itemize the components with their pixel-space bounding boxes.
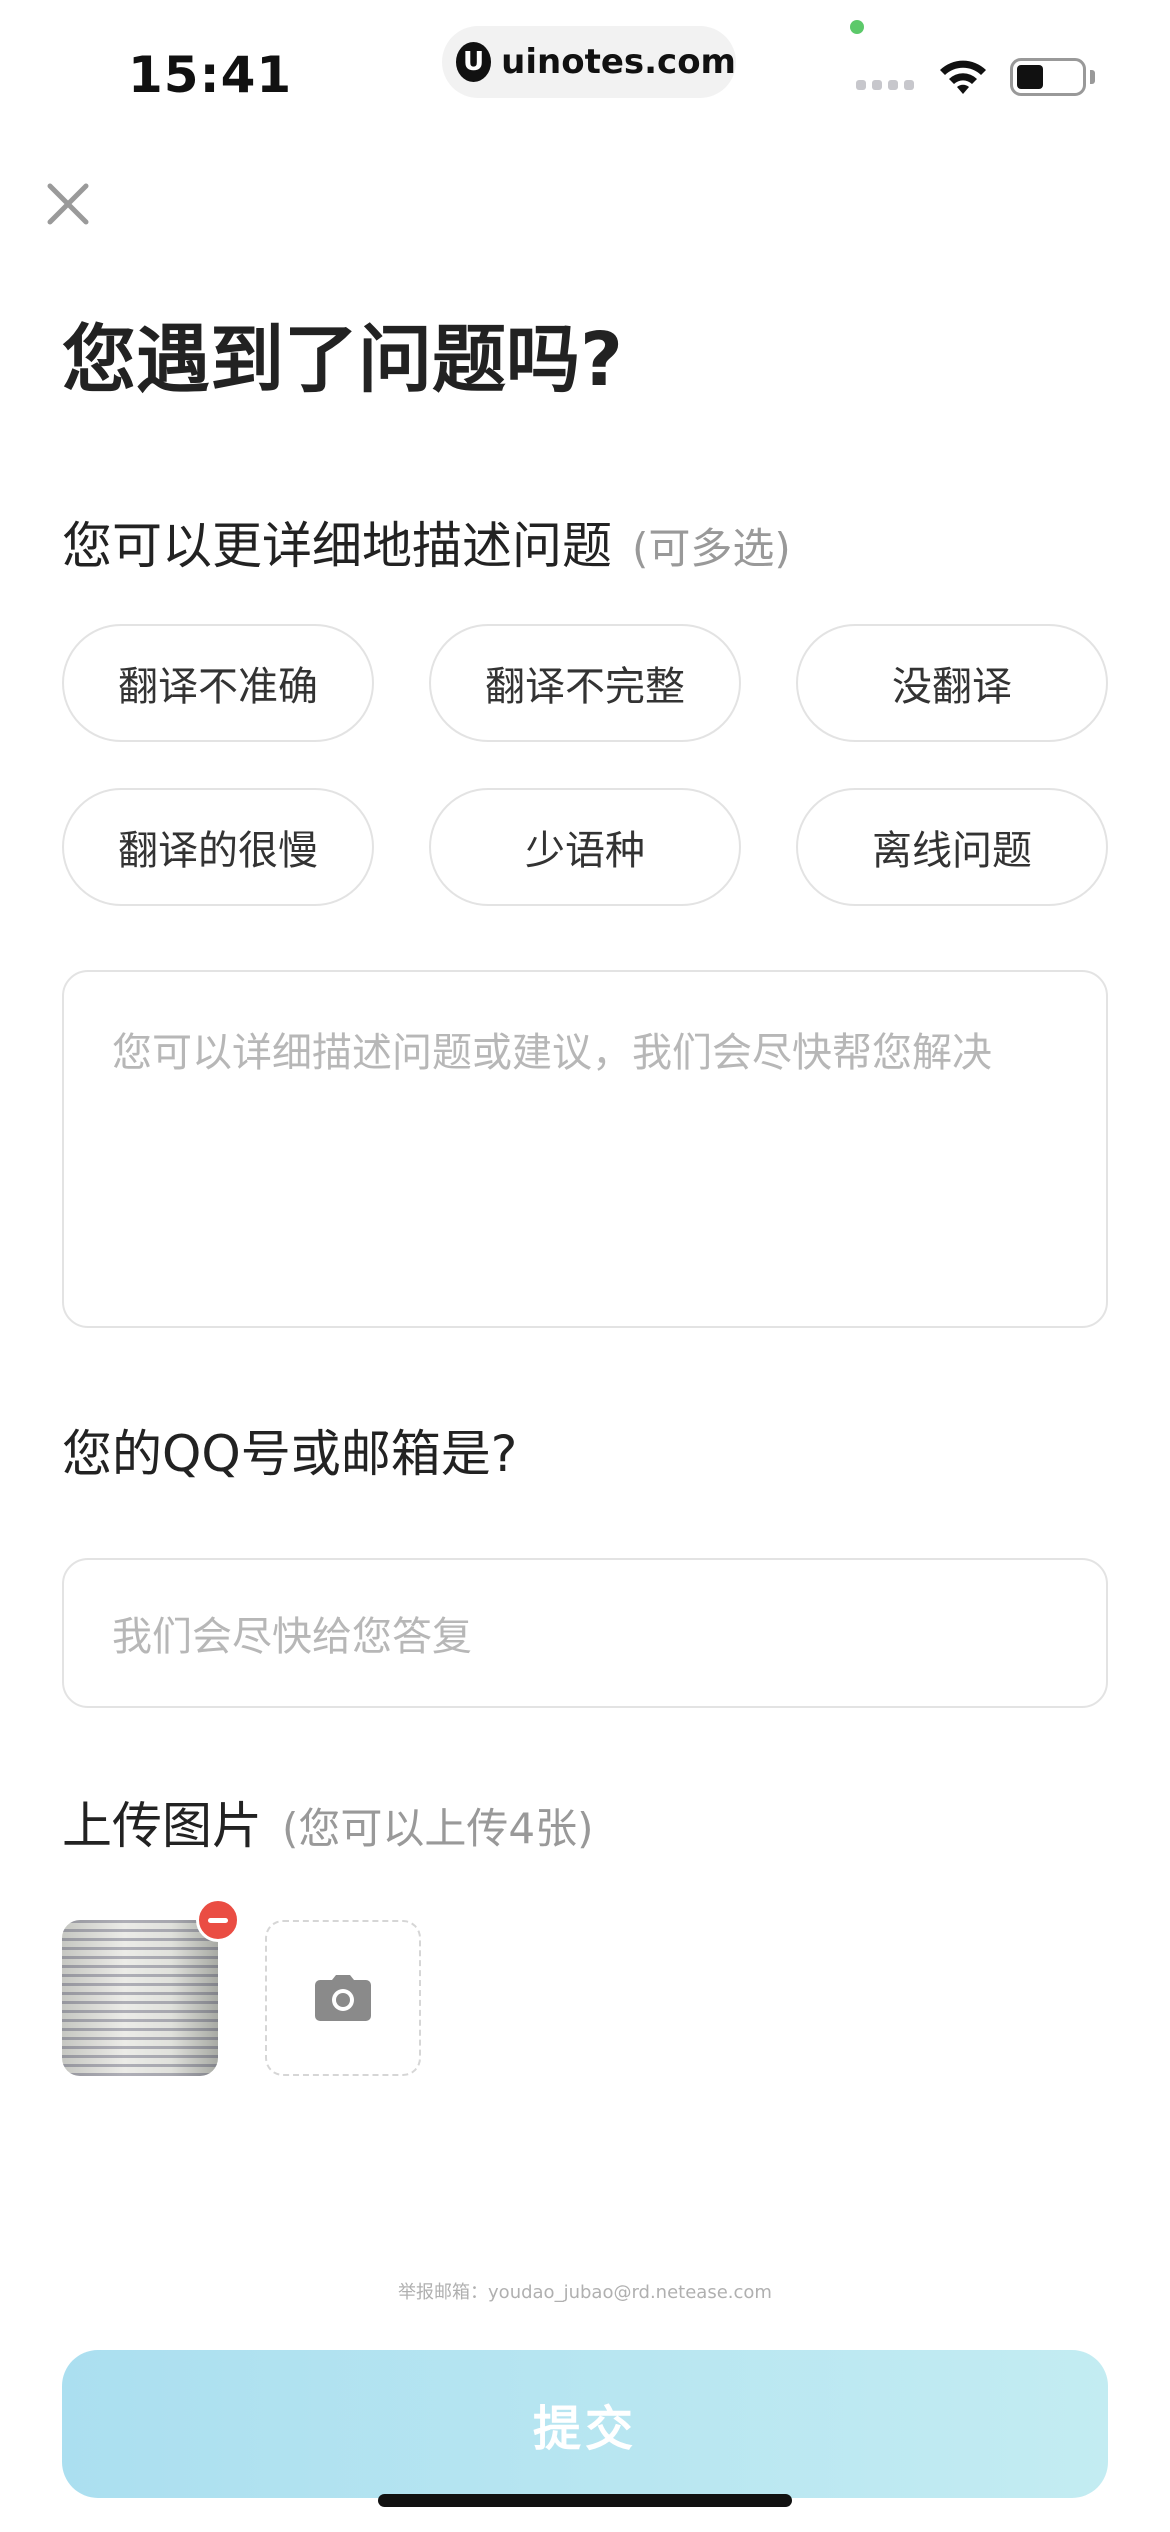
status-time: 15:41 — [128, 46, 293, 104]
report-email: 举报邮箱：youdao_jubao@rd.netease.com — [398, 2282, 772, 2303]
problem-section-hint: (可多选) — [632, 524, 791, 573]
camera-icon — [315, 1975, 371, 2021]
upload-section-hint: (您可以上传4张) — [282, 1804, 594, 1853]
battery-cap — [1090, 70, 1095, 84]
signal-icon — [856, 80, 914, 90]
problem-chip-group: 翻译不准确 翻译不完整 没翻译 翻译的很慢 少语种 离线问题 — [62, 624, 1108, 906]
add-photo-button[interactable] — [265, 1920, 421, 2076]
chip-incomplete-translation[interactable]: 翻译不完整 — [429, 624, 741, 742]
contact-section-label: 您的QQ号或邮箱是? — [62, 1425, 518, 1483]
problem-section-label: 您可以更详细地描述问题 (可多选) — [62, 506, 791, 578]
page-title: 您遇到了问题吗? — [62, 317, 623, 403]
remove-icon[interactable] — [196, 1898, 240, 1942]
home-indicator[interactable] — [378, 2494, 792, 2507]
submit-button[interactable]: 提交 — [62, 2350, 1108, 2498]
wifi-icon — [940, 60, 986, 94]
site-logo-icon: U — [456, 42, 492, 82]
chip-few-languages[interactable]: 少语种 — [429, 788, 741, 906]
status-bar: 15:41 U uinotes.com — [0, 0, 1170, 140]
upload-section-label: 上传图片 (您可以上传4张) — [62, 1786, 594, 1858]
uploaded-image-thumbnail[interactable] — [62, 1920, 218, 2076]
problem-section-text: 您可以更详细地描述问题 — [62, 517, 612, 575]
close-icon[interactable] — [42, 178, 94, 230]
contact-input[interactable]: 我们会尽快给您答复 — [62, 1558, 1108, 1708]
camera-indicator-dot — [850, 20, 864, 34]
url-pill[interactable]: U uinotes.com — [442, 26, 736, 98]
chip-slow-translation[interactable]: 翻译的很慢 — [62, 788, 374, 906]
url-text: uinotes.com — [501, 42, 736, 82]
chip-not-translated[interactable]: 没翻译 — [796, 624, 1108, 742]
upload-section-text: 上传图片 — [62, 1797, 262, 1855]
chip-inaccurate-translation[interactable]: 翻译不准确 — [62, 624, 374, 742]
battery-icon — [1010, 58, 1086, 96]
description-textarea[interactable]: 您可以详细描述问题或建议，我们会尽快帮您解决 — [62, 970, 1108, 1328]
chip-offline-issue[interactable]: 离线问题 — [796, 788, 1108, 906]
